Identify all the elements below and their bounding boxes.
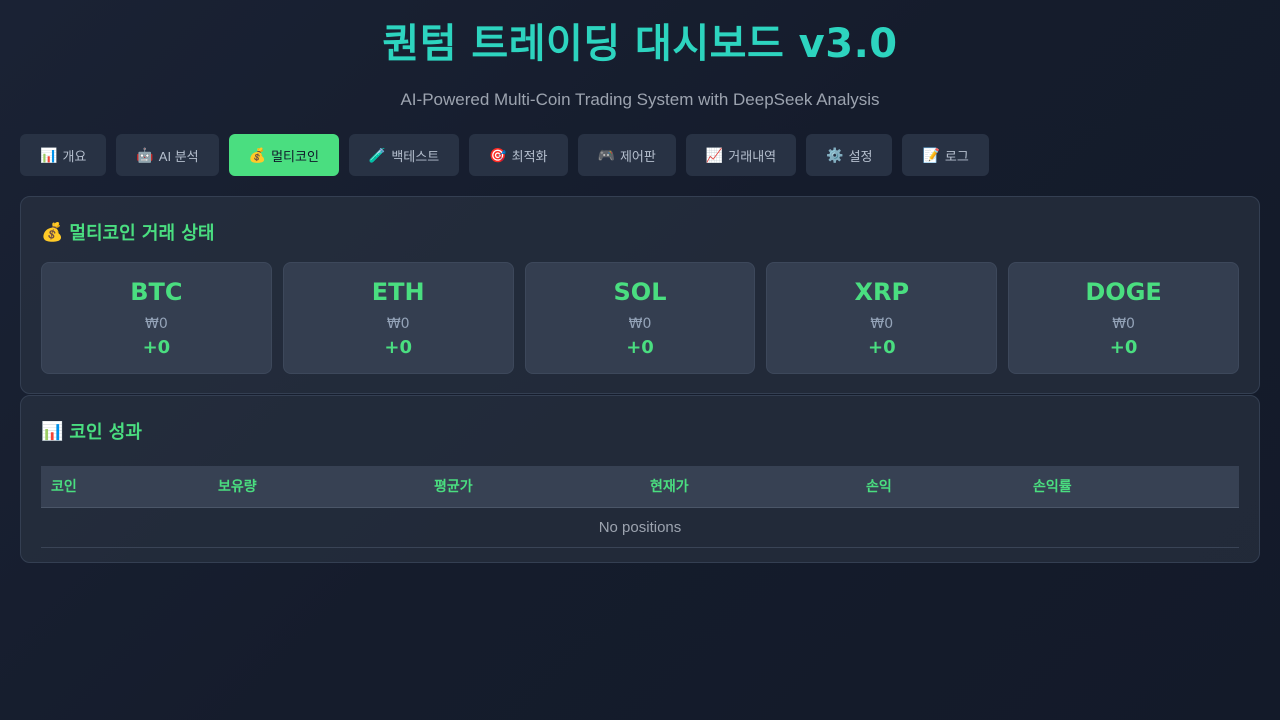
coin-change: +0 bbox=[867, 337, 896, 358]
money-bag-icon: 💰 bbox=[248, 146, 267, 163]
column-header-holdings[interactable]: 보유량 bbox=[208, 466, 424, 508]
column-header-current-price[interactable]: 현재가 bbox=[640, 466, 856, 508]
tab-overview[interactable]: 📊 개요 bbox=[20, 134, 107, 176]
coin-change: +0 bbox=[384, 337, 412, 358]
column-header-pnl[interactable]: 손익 bbox=[856, 466, 1023, 508]
tab-multicoin[interactable]: 💰 멀티코인 bbox=[228, 134, 339, 176]
column-header-pnl-rate[interactable]: 손익률 bbox=[1023, 466, 1239, 508]
coin-symbol: ETH bbox=[371, 278, 425, 306]
multicoin-status-card: 💰 멀티코인 거래 상태 BTC ₩0 +0 ETH ₩0 +0 SOL ₩0 … bbox=[20, 196, 1260, 394]
coin-card-eth[interactable]: ETH ₩0 +0 bbox=[282, 262, 514, 374]
coin-symbol: XRP bbox=[854, 278, 910, 306]
target-icon: 🎯 bbox=[489, 146, 507, 163]
tab-logs[interactable]: 📝 로그 bbox=[902, 134, 989, 176]
tab-label: 최적화 bbox=[511, 148, 548, 164]
test-tube-icon: 🧪 bbox=[368, 146, 387, 163]
tab-label: AI 분석 bbox=[158, 148, 199, 164]
tab-label: 제어판 bbox=[619, 148, 656, 164]
column-header-avg-price[interactable]: 평균가 bbox=[424, 466, 640, 508]
page-subtitle: AI-Powered Multi-Coin Trading System wit… bbox=[400, 90, 880, 109]
section-title: 📊 코인 성과 bbox=[41, 416, 1239, 446]
tab-settings[interactable]: ⚙️ 설정 bbox=[806, 134, 893, 176]
tab-label: 설정 bbox=[848, 148, 873, 164]
coin-price: ₩0 bbox=[1112, 316, 1135, 332]
coin-grid: BTC ₩0 +0 ETH ₩0 +0 SOL ₩0 +0 XRP ₩0 +0 … bbox=[41, 262, 1239, 374]
column-header-coin[interactable]: 코인 bbox=[41, 466, 208, 508]
tab-backtest[interactable]: 🧪 백테스트 bbox=[348, 134, 460, 176]
coin-symbol: DOGE bbox=[1085, 278, 1162, 306]
page-title: 퀀텀 트레이딩 대시보드 v3.0 bbox=[382, 21, 898, 67]
coin-change: +0 bbox=[1109, 337, 1138, 358]
performance-table: 코인 보유량 평균가 현재가 손익 손익률 No positions bbox=[41, 466, 1239, 548]
table-row: No positions bbox=[41, 507, 1239, 548]
tab-label: 백테스트 bbox=[391, 148, 440, 164]
empty-state-text: No positions bbox=[41, 507, 1239, 548]
tab-control-panel[interactable]: 🎮 제어판 bbox=[577, 134, 676, 176]
tab-ai-analysis[interactable]: 🤖 AI 분석 bbox=[116, 134, 219, 176]
table-header-row: 코인 보유량 평균가 현재가 손익 손익률 bbox=[41, 466, 1239, 508]
memo-icon: 📝 bbox=[922, 146, 940, 163]
coin-change: +0 bbox=[626, 337, 654, 358]
tab-trade-history[interactable]: 📈 거래내역 bbox=[685, 134, 797, 176]
section-title-text: 멀티코인 거래 상태 bbox=[69, 223, 215, 244]
coin-price: ₩0 bbox=[145, 316, 168, 332]
coin-card-btc[interactable]: BTC ₩0 +0 bbox=[41, 262, 272, 374]
coin-card-xrp[interactable]: XRP ₩0 +0 bbox=[766, 262, 998, 374]
section-title-text: 코인 성과 bbox=[69, 422, 142, 443]
coin-card-doge[interactable]: DOGE ₩0 +0 bbox=[1008, 262, 1239, 374]
tab-label: 로그 bbox=[944, 148, 969, 164]
coin-price: ₩0 bbox=[386, 316, 410, 332]
bar-chart-icon: 📊 bbox=[40, 146, 58, 163]
tab-label: 거래내역 bbox=[728, 148, 777, 164]
coin-price: ₩0 bbox=[628, 316, 652, 332]
coin-price: ₩0 bbox=[870, 316, 894, 332]
bar-chart-icon: 📊 bbox=[41, 420, 64, 442]
section-title: 💰 멀티코인 거래 상태 bbox=[41, 217, 1239, 247]
coin-symbol: SOL bbox=[613, 278, 667, 306]
tab-optimization[interactable]: 🎯 최적화 bbox=[469, 134, 568, 176]
coin-performance-card: 📊 코인 성과 코인 보유량 평균가 현재가 손익 손익률 No positio… bbox=[20, 395, 1260, 563]
money-bag-icon: 💰 bbox=[41, 221, 64, 243]
chart-up-icon: 📈 bbox=[705, 146, 724, 163]
gear-icon: ⚙️ bbox=[826, 146, 844, 163]
gamepad-icon: 🎮 bbox=[597, 146, 615, 163]
tab-label: 개요 bbox=[62, 148, 87, 164]
coin-symbol: BTC bbox=[130, 278, 183, 306]
tab-label: 멀티코인 bbox=[271, 148, 319, 164]
robot-icon: 🤖 bbox=[136, 146, 154, 163]
page-header: 퀀텀 트레이딩 대시보드 v3.0 AI-Powered Multi-Coin … bbox=[0, 0, 1280, 120]
coin-card-sol[interactable]: SOL ₩0 +0 bbox=[524, 262, 756, 374]
tab-bar: 📊 개요 🤖 AI 분석 💰 멀티코인 🧪 백테스트 🎯 최적화 🎮 제어판 📈… bbox=[20, 134, 989, 176]
coin-change: +0 bbox=[142, 337, 171, 358]
